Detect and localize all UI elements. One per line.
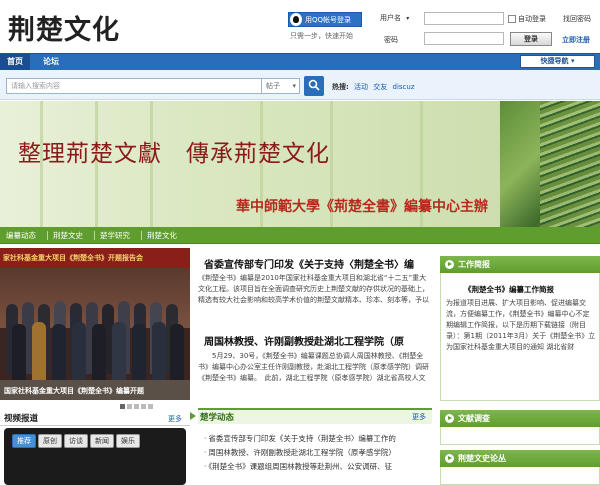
- slide-dot[interactable]: [148, 404, 153, 409]
- banner-subtitle: 華中師範大學《荊楚全書》編纂中心主辦: [236, 199, 488, 215]
- password-label: 密码: [384, 36, 398, 44]
- sub-nav: 编纂动态 荆楚文史 楚学研究 荆楚文化: [0, 227, 600, 244]
- video-more-link[interactable]: 更多: [168, 414, 182, 424]
- username-select[interactable]: 用户名 ▾: [380, 13, 409, 23]
- chevron-down-icon: ▾: [292, 82, 296, 90]
- photo-event-banner: 家社科基金重大项目《荆楚全书》开题报告会: [0, 248, 190, 268]
- list-item[interactable]: 省委宣传部专门印发《关于支持〈荆楚全书〉编纂工作的: [204, 432, 396, 446]
- photo-caption[interactable]: 国家社科基金重大项目《荆楚全书》编纂开题: [4, 386, 144, 396]
- auto-login-checkbox[interactable]: [508, 15, 516, 23]
- video-tab-original[interactable]: 原创: [38, 434, 62, 448]
- auto-login-label: 自动登录: [518, 15, 546, 23]
- chuxue-arrow-icon: [190, 412, 196, 420]
- news-summary-2: 5月29、30号，《荆楚全书》编纂课题总协调人周国林教授、《荆楚全书》编纂中心办…: [198, 352, 429, 382]
- subnav-item-progress[interactable]: 编纂动态: [6, 227, 36, 244]
- work-brief-header: 工作简报: [440, 256, 600, 273]
- qq-login-button[interactable]: 用QQ帐号登录: [288, 12, 362, 27]
- search-icon: [308, 79, 320, 91]
- slide-dot[interactable]: [120, 404, 125, 409]
- news-summary-1: 《荆楚全书》编纂是2010年国家社科基金重大项目和湖北省“十二五”重大文化工程。…: [198, 274, 429, 304]
- hot-term[interactable]: 活动: [354, 83, 368, 91]
- nav-item-home[interactable]: 首页: [0, 54, 30, 70]
- chevron-down-icon: ▾: [570, 57, 575, 65]
- password-input[interactable]: [424, 32, 504, 45]
- forum-box: [440, 467, 600, 485]
- list-item[interactable]: 《荆楚全书》课题组周国林教授等赴荆州、公安调研、征: [204, 460, 396, 474]
- chevron-down-icon: ▾: [406, 15, 410, 22]
- survey-header: 文献调查: [440, 410, 600, 427]
- slideshow-photo[interactable]: [0, 248, 190, 400]
- qq-penguin-icon: [290, 13, 302, 26]
- search-input[interactable]: 请输入搜索内容: [6, 78, 262, 94]
- slide-dot[interactable]: [141, 404, 146, 409]
- video-tab-recommend[interactable]: 推荐: [12, 434, 36, 448]
- subnav-item-research[interactable]: 楚学研究: [100, 227, 130, 244]
- find-password-link[interactable]: 找回密码: [563, 14, 591, 24]
- chuxue-list: 省委宣传部专门印发《关于支持〈荆楚全书〉编纂工作的 周国林教授、许刚副教授赴湖北…: [204, 432, 396, 474]
- search-type-label: 帖子: [266, 82, 280, 90]
- main-nav: 首页 论坛: [0, 53, 600, 70]
- hot-search: 热搜: 活动 交友 discuz: [332, 82, 415, 92]
- register-link[interactable]: 立即注册: [562, 35, 590, 45]
- forum-title[interactable]: 荆楚文史论丛: [458, 454, 506, 463]
- banner-title: 整理荊楚文獻 傳承荊楚文化: [18, 141, 330, 167]
- site-logo[interactable]: 荆楚文化: [8, 8, 120, 47]
- banner-painting-detail: [540, 101, 600, 227]
- nav-item-forum[interactable]: 论坛: [36, 54, 66, 70]
- list-item[interactable]: 周国林教授、许刚副教授赴湖北工程学院（原孝感学院）: [204, 446, 396, 460]
- slide-dot[interactable]: [134, 404, 139, 409]
- video-tab-news[interactable]: 新闻: [90, 434, 114, 448]
- username-input[interactable]: [424, 12, 504, 25]
- chuxue-more-link[interactable]: 更多: [412, 412, 426, 422]
- chuxue-section-title: 楚学动态: [200, 413, 235, 423]
- subnav-item-culture[interactable]: 荆楚文化: [147, 227, 177, 244]
- work-brief-title: 工作简报: [458, 260, 490, 269]
- video-tab-entertainment[interactable]: 娱乐: [116, 434, 140, 448]
- work-brief-item-title[interactable]: 《荆楚全书》编纂工作简报: [464, 284, 554, 295]
- qq-login-hint: 只需一步，快速开始: [290, 32, 353, 40]
- qq-login-label: 用QQ帐号登录: [305, 15, 352, 24]
- quick-nav-label: 快捷导航: [540, 57, 569, 65]
- quick-nav-button[interactable]: 快捷导航 ▾: [520, 55, 595, 68]
- work-brief-text: 为报道项目进展、扩大项目影响、促进编纂交流，方便编纂工作，《荆楚全书》编纂中心不…: [446, 299, 596, 351]
- news-headline-2[interactable]: 周国林教授、许刚副教授赴湖北工程学院（原: [204, 333, 434, 348]
- forum-header: 荆楚文史论丛: [440, 450, 600, 467]
- search-type-select[interactable]: 帖子 ▾: [262, 78, 300, 94]
- hot-term[interactable]: discuz: [393, 83, 415, 91]
- slide-dot[interactable]: [127, 404, 132, 409]
- arrow-circle-icon: [445, 260, 454, 269]
- arrow-circle-icon: [445, 414, 454, 423]
- subnav-item-history[interactable]: 荆楚文史: [53, 227, 83, 244]
- survey-title[interactable]: 文献调查: [458, 414, 490, 423]
- hot-search-label: 热搜:: [332, 83, 349, 91]
- hot-term[interactable]: 交友: [373, 83, 387, 91]
- video-tab-interview[interactable]: 访谈: [64, 434, 88, 448]
- news-headline-1[interactable]: 省委宣传部专门印发《关于支持〈荆楚全书〉编: [204, 256, 434, 271]
- login-button[interactable]: 登录: [510, 32, 552, 46]
- username-select-label: 用户名: [380, 14, 401, 22]
- video-section-title: 视频报道: [4, 414, 39, 424]
- search-button[interactable]: [304, 76, 324, 96]
- arrow-circle-icon: [445, 454, 454, 463]
- survey-box: [440, 427, 600, 445]
